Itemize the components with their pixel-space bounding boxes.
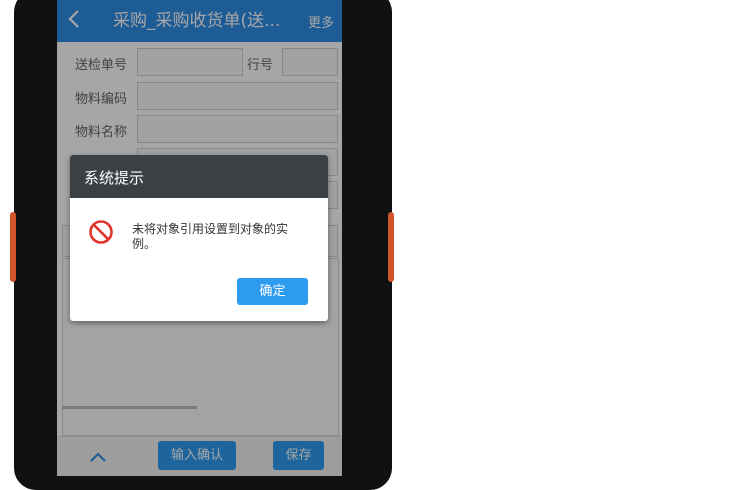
device-side-button-right [388,212,394,282]
ok-button[interactable]: 确定 [237,278,308,305]
device-side-button-left [10,212,16,282]
dialog-message: 未将对象引用设置到对象的实例。 [132,222,289,251]
dialog-title: 系统提示 [84,169,145,187]
dialog-header: 系统提示 [70,155,328,198]
system-prompt-dialog: 系统提示 未将对象引用设置到对象的实例。 确定 [70,155,328,321]
prohibited-icon [88,219,114,249]
